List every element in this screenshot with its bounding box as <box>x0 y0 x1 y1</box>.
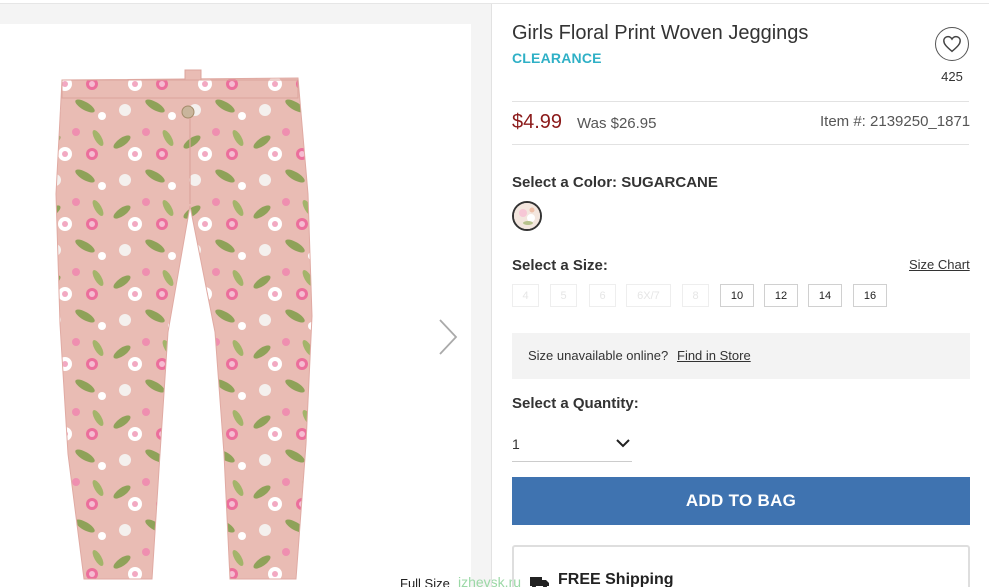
size-option-5[interactable]: 5 <box>550 284 577 307</box>
truck-icon <box>530 577 549 587</box>
swatch-image <box>514 203 540 229</box>
size-option-4[interactable]: 4 <box>512 284 539 307</box>
product-page: Full Size izhevsk.ru Girls Floral Print … <box>0 0 989 587</box>
panel-divider <box>491 4 492 587</box>
original-price: Was $26.95 <box>577 115 657 132</box>
next-image-button[interactable] <box>432 314 462 360</box>
product-image[interactable] <box>40 54 320 587</box>
find-in-store-link[interactable]: Find in Store <box>677 348 751 363</box>
quantity-select[interactable]: 1 <box>512 428 632 462</box>
full-size-link[interactable]: Full Size <box>400 576 450 587</box>
price-divider-bottom <box>512 144 969 145</box>
clearance-badge: CLEARANCE <box>512 50 602 66</box>
quantity-value: 1 <box>512 436 520 452</box>
image-gallery: Full Size izhevsk.ru <box>0 4 521 587</box>
size-unavailable-text: Size unavailable online? <box>528 348 669 363</box>
product-title: Girls Floral Print Woven Jeggings <box>512 22 809 44</box>
product-image-card <box>0 24 471 587</box>
item-number: Item #: 2139250_1871 <box>820 113 971 130</box>
size-option-10[interactable]: 10 <box>720 284 754 307</box>
color-label: Select a Color: SUGARCANE <box>512 174 718 191</box>
size-option-16[interactable]: 16 <box>853 284 887 307</box>
chevron-down-icon <box>616 439 630 448</box>
add-to-bag-button[interactable]: ADD TO BAG <box>512 477 970 525</box>
size-option-6[interactable]: 6 <box>589 284 616 307</box>
price-divider-top <box>512 101 969 102</box>
size-label: Select a Size: <box>512 257 608 274</box>
color-swatch-sugarcane[interactable] <box>512 201 542 231</box>
size-option-14[interactable]: 14 <box>808 284 842 307</box>
find-in-store-box: Size unavailable online? Find in Store <box>512 333 970 379</box>
size-option-8[interactable]: 8 <box>682 284 709 307</box>
sale-price: $4.99 <box>512 111 563 133</box>
size-option-6x-7[interactable]: 6X/7 <box>626 284 671 307</box>
quantity-label: Select a Quantity: <box>512 395 639 412</box>
heart-icon <box>943 35 961 53</box>
favorite-count: 425 <box>941 69 963 84</box>
chevron-right-icon <box>439 319 458 355</box>
shipping-box: FREE Shipping <box>512 545 970 587</box>
size-option-12[interactable]: 12 <box>764 284 798 307</box>
size-chart-link[interactable]: Size Chart <box>909 257 970 272</box>
favorite-button[interactable] <box>935 27 969 61</box>
free-shipping-text: FREE Shipping <box>558 571 674 587</box>
